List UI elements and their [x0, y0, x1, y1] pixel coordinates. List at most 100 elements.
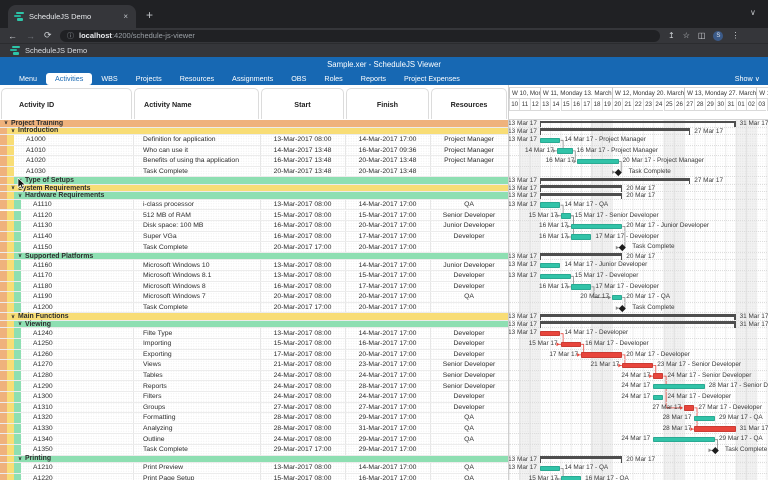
collapse-chevron-icon[interactable]: ∨	[18, 253, 22, 259]
forward-icon[interactable]: →	[26, 31, 35, 41]
reload-icon[interactable]: ⟳	[44, 30, 52, 41]
table-row[interactable]: A1000Definition for application13-Mar-20…	[0, 135, 508, 146]
gantt-bar[interactable]	[561, 342, 582, 348]
tab-search-chevron-icon[interactable]: ∨	[750, 8, 756, 17]
summary-bar[interactable]	[540, 178, 690, 181]
table-row[interactable]: A1330Analyzing28-Mar-2017 08:0031-Mar-20…	[0, 424, 508, 435]
browser-menu-icon[interactable]: ⋮	[731, 31, 739, 40]
gantt-bar[interactable]	[540, 263, 561, 269]
table-row[interactable]: A1120512 MB of RAM15-Mar-2017 08:0015-Ma…	[0, 211, 508, 222]
table-row[interactable]: A1110i-class processor13-Mar-2017 08:001…	[0, 200, 508, 211]
table-row[interactable]: A1020Benefits of using tha application16…	[0, 156, 508, 167]
profile-avatar[interactable]: S	[713, 31, 723, 41]
back-icon[interactable]: ←	[8, 31, 17, 41]
table-row[interactable]: A1310Groups27-Mar-2017 08:0027-Mar-2017 …	[0, 403, 508, 414]
collapse-chevron-icon[interactable]: ∨	[11, 128, 15, 134]
table-row[interactable]: A1190Microsoft Windows 720-Mar-2017 08:0…	[0, 292, 508, 303]
table-row[interactable]: A1150Task Complete20-Mar-2017 17:0020-Ma…	[0, 242, 508, 253]
show-menu-button[interactable]: Show ∨	[735, 74, 760, 83]
table-row[interactable]: A1280Tables24-Mar-2017 08:0024-Mar-2017 …	[0, 371, 508, 382]
menu-item-obs[interactable]: OBS	[282, 73, 315, 84]
table-row[interactable]: A1030Task Complete20-Mar-2017 13:4820-Ma…	[0, 167, 508, 178]
menu-item-roles[interactable]: Roles	[315, 73, 351, 84]
collapse-chevron-icon[interactable]: ∨	[4, 120, 8, 126]
gantt-bar[interactable]	[694, 416, 715, 422]
gantt-bar[interactable]	[653, 395, 663, 401]
menu-item-assignments[interactable]: Assignments	[223, 73, 282, 84]
group-row[interactable]: ∨Introduction	[0, 128, 508, 136]
collapse-chevron-icon[interactable]: ∨	[11, 185, 15, 191]
table-row[interactable]: A1350Task Complete29-Mar-2017 17:0029-Ma…	[0, 445, 508, 456]
menu-item-project-expenses[interactable]: Project Expenses	[395, 73, 469, 84]
tab-close-icon[interactable]: ×	[121, 12, 130, 21]
summary-bar[interactable]	[540, 121, 736, 124]
gantt-bar[interactable]	[561, 213, 571, 219]
gantt-bar[interactable]	[540, 202, 561, 208]
browser-tab[interactable]: ScheduleJS Demo ×	[8, 5, 136, 28]
milestone-diamond[interactable]	[619, 244, 625, 250]
collapse-chevron-icon[interactable]: ∨	[18, 321, 22, 327]
gantt-bar[interactable]	[571, 224, 623, 230]
menu-item-activities[interactable]: Activities	[46, 73, 92, 85]
summary-bar[interactable]	[540, 193, 622, 196]
gantt-bar[interactable]	[653, 373, 663, 379]
address-bar[interactable]: ⓘ localhost :4200/schedule-js-viewer	[60, 30, 660, 42]
table-row[interactable]: A1340Outline24-Mar-2017 08:0029-Mar-2017…	[0, 434, 508, 445]
gantt-bar[interactable]	[540, 138, 561, 144]
column-header-resources[interactable]: Resources	[431, 88, 507, 119]
table-row[interactable]: A1290Reports24-Mar-2017 08:0028-Mar-2017…	[0, 381, 508, 392]
table-row[interactable]: A1320Formatting28-Mar-2017 08:0029-Mar-2…	[0, 413, 508, 424]
side-panel-icon[interactable]: ◫	[698, 31, 706, 40]
collapse-chevron-icon[interactable]: ∨	[11, 314, 15, 320]
table-row[interactable]: A1300Filters24-Mar-2017 08:0024-Mar-2017…	[0, 392, 508, 403]
share-icon[interactable]: ↥	[668, 31, 675, 40]
table-row[interactable]: A1160Microsoft Windows 1013-Mar-2017 08:…	[0, 260, 508, 271]
table-row[interactable]: A1250Importing15-Mar-2017 08:0016-Mar-20…	[0, 339, 508, 350]
milestone-diamond[interactable]	[619, 305, 625, 311]
table-row[interactable]: A1200Task Complete20-Mar-2017 17:0020-Ma…	[0, 303, 508, 314]
group-row[interactable]: ∨Viewing	[0, 321, 508, 329]
table-row[interactable]: A1130Disk space: 100 MB16-Mar-2017 08:00…	[0, 221, 508, 232]
bookmark-star-icon[interactable]: ☆	[683, 31, 690, 40]
menu-item-projects[interactable]: Projects	[127, 73, 171, 84]
menu-item-resources[interactable]: Resources	[171, 73, 223, 84]
group-row[interactable]: ∨Printing	[0, 456, 508, 464]
table-row[interactable]: A1260Exporting17-Mar-2017 08:0020-Mar-20…	[0, 350, 508, 361]
collapse-chevron-icon[interactable]: ∨	[18, 456, 22, 462]
column-header-finish[interactable]: Finish	[346, 88, 429, 119]
group-row[interactable]: ∨Project Training	[0, 120, 508, 128]
menu-item-reports[interactable]: Reports	[352, 73, 395, 84]
gantt-bar[interactable]	[653, 437, 715, 443]
column-header-activity-id[interactable]: Activity ID	[1, 88, 132, 119]
summary-bar[interactable]	[540, 253, 622, 256]
gantt-bar[interactable]	[571, 234, 592, 240]
menu-item-wbs[interactable]: WBS	[92, 73, 126, 84]
gantt-bar[interactable]	[540, 466, 561, 472]
collapse-chevron-icon[interactable]: ∨	[18, 193, 22, 199]
table-row[interactable]: A1140Super VGa16-Mar-2017 08:0017-Mar-20…	[0, 232, 508, 243]
gantt-bar[interactable]	[581, 352, 622, 358]
column-header-activity-name[interactable]: Activity Name	[134, 88, 259, 119]
gantt-bar[interactable]	[540, 274, 571, 280]
gantt-bar[interactable]	[622, 363, 653, 369]
table-row[interactable]: A1180Microsoft Windows 816-Mar-2017 08:0…	[0, 282, 508, 293]
summary-bar[interactable]	[540, 456, 622, 459]
table-row[interactable]: A1220Print Page Setup15-Mar-2017 08:0016…	[0, 474, 508, 480]
group-row[interactable]: ∨Hardware Requirements	[0, 192, 508, 200]
group-row[interactable]: ∨Main Functions	[0, 313, 508, 321]
gantt-bar[interactable]	[557, 148, 573, 154]
milestone-diamond[interactable]	[712, 447, 718, 453]
bookmark-item[interactable]: ScheduleJS Demo	[25, 46, 87, 55]
gantt-bar[interactable]	[561, 476, 582, 480]
milestone-diamond[interactable]	[615, 169, 621, 175]
summary-bar[interactable]	[540, 314, 736, 317]
gantt-bar[interactable]	[540, 331, 561, 337]
gantt-bar[interactable]	[694, 426, 735, 432]
summary-bar[interactable]	[540, 128, 690, 131]
site-info-icon[interactable]: ⓘ	[67, 31, 74, 41]
summary-bar[interactable]	[540, 321, 736, 324]
table-row[interactable]: A1170Microsoft Windows 8.113-Mar-2017 08…	[0, 271, 508, 282]
summary-bar[interactable]	[540, 185, 622, 188]
column-header-start[interactable]: Start	[261, 88, 344, 119]
table-row[interactable]: A1240Filte Type13-Mar-2017 08:0014-Mar-2…	[0, 328, 508, 339]
